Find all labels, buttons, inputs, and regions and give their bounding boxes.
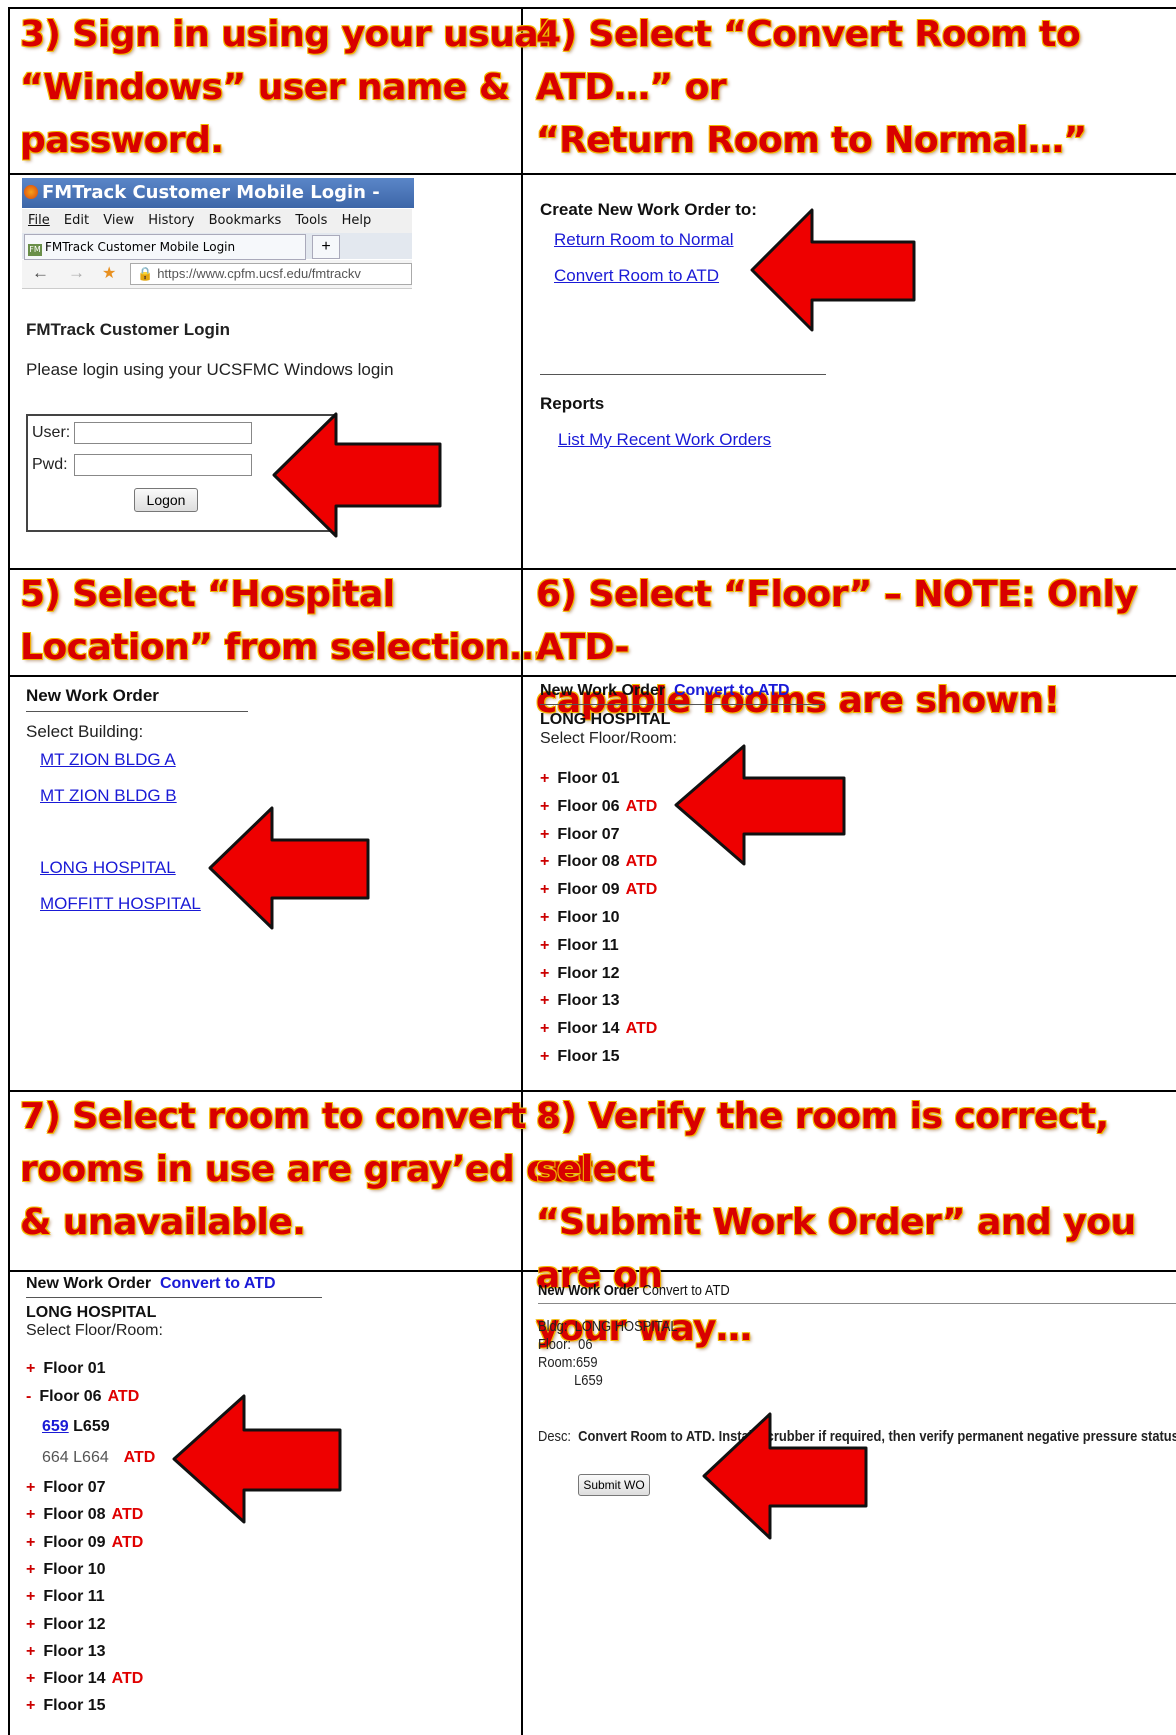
- menu-tools[interactable]: Tools: [295, 213, 327, 228]
- floor-item[interactable]: + Floor 08 ATD: [26, 1506, 143, 1524]
- pointer-arrow-icon: [702, 1412, 868, 1540]
- separator: [538, 1303, 1176, 1304]
- nav-bar: ← → ★ 🔒 https://www.cpfm.ucsf.edu/fmtrack…: [22, 260, 412, 289]
- floor-item[interactable]: + Floor 07: [540, 826, 620, 844]
- floor-item[interactable]: + Floor 09 ATD: [540, 881, 657, 899]
- building-link[interactable]: MOFFITT HOSPITAL: [40, 894, 201, 914]
- forward-icon[interactable]: →: [68, 263, 85, 283]
- floor-item[interactable]: + Floor 15: [540, 1048, 620, 1066]
- submit-wo-button[interactable]: Submit WO: [578, 1474, 650, 1496]
- pointer-arrow-icon: [272, 412, 442, 538]
- url-bar[interactable]: 🔒 https://www.cpfm.ucsf.edu/fmtrackv: [130, 263, 412, 285]
- building-name: LONG HOSPITAL: [26, 1304, 157, 1321]
- new-tab-button[interactable]: +: [312, 235, 340, 259]
- room-item[interactable]: 659 L659: [42, 1418, 110, 1436]
- separator: [540, 704, 824, 705]
- tab-strip: FM FMTrack Customer Mobile Login +: [22, 233, 412, 260]
- pointer-arrow-icon: [750, 208, 916, 332]
- select-floor-label: Select Floor/Room:: [26, 1322, 163, 1339]
- building-link[interactable]: MT ZION BLDG B: [40, 786, 177, 806]
- floor-item[interactable]: + Floor 10: [26, 1561, 106, 1579]
- floor-item[interactable]: + Floor 09 ATD: [26, 1534, 143, 1552]
- back-icon[interactable]: ←: [32, 263, 49, 283]
- floor-item[interactable]: + Floor 15: [26, 1697, 106, 1715]
- menu-bar: File Edit View History Bookmarks Tools H…: [22, 209, 412, 233]
- convert-room-link[interactable]: Convert Room to ATD: [554, 266, 719, 286]
- floor-item-expanded[interactable]: - Floor 06 ATD: [26, 1388, 139, 1406]
- recent-orders-link[interactable]: List My Recent Work Orders: [558, 430, 771, 450]
- floor-item[interactable]: + Floor 13: [26, 1643, 106, 1661]
- separator: [26, 711, 248, 712]
- mode-label: Convert to ATD: [673, 682, 790, 699]
- menu-history[interactable]: History: [148, 213, 194, 228]
- browser-tab[interactable]: FM FMTrack Customer Mobile Login: [24, 234, 306, 260]
- menu-view[interactable]: View: [103, 213, 134, 228]
- floor-item[interactable]: + Floor 13: [540, 992, 620, 1010]
- menu-help[interactable]: Help: [342, 213, 372, 228]
- floor-item[interactable]: + Floor 10: [540, 909, 620, 927]
- browser-titlebar: FMTrack Customer Mobile Login - Mo: [22, 178, 414, 233]
- menu-file[interactable]: File: [28, 213, 50, 228]
- separator: [26, 1297, 322, 1298]
- password-field[interactable]: [74, 454, 252, 476]
- lock-icon: 🔒: [137, 266, 154, 281]
- pointer-arrow-icon: [208, 806, 370, 930]
- building-link[interactable]: LONG HOSPITAL: [40, 858, 176, 878]
- floor-item[interactable]: + Floor 12: [26, 1616, 106, 1634]
- floor-item[interactable]: + Floor 01: [540, 770, 620, 788]
- user-field[interactable]: [74, 422, 252, 444]
- work-order-heading: New Work Order Convert to ATD: [26, 1275, 276, 1292]
- floor-item[interactable]: + Floor 06 ATD: [540, 798, 657, 816]
- step7-header: 7) Select room to convert - rooms in use …: [20, 1096, 593, 1243]
- room-link[interactable]: 659: [42, 1418, 69, 1435]
- pwd-label: Pwd:: [32, 456, 68, 473]
- user-label: User:: [32, 424, 71, 441]
- floor-item[interactable]: + Floor 12: [540, 965, 620, 983]
- work-order-heading: New Work Order Convert to ATD: [538, 1282, 730, 1299]
- step3-header: 3) Sign in using your usual “Windows” use…: [20, 14, 551, 161]
- floor-item[interactable]: + Floor 11: [26, 1588, 105, 1606]
- grid-line: [8, 173, 1176, 175]
- building-name: LONG HOSPITAL: [540, 711, 671, 728]
- pointer-arrow-icon: [172, 1394, 342, 1524]
- login-instruction: Please login using your UCSFMC Windows l…: [26, 360, 394, 379]
- floor-item[interactable]: + Floor 07: [26, 1479, 106, 1497]
- pointer-arrow-icon: [674, 744, 846, 866]
- logon-button[interactable]: Logon: [134, 488, 198, 512]
- menu-bookmarks[interactable]: Bookmarks: [209, 213, 282, 228]
- mode-label: Convert to ATD: [642, 1282, 730, 1299]
- step5-header: 5) Select “Hospital Location” from select…: [20, 574, 545, 668]
- floor-item[interactable]: + Floor 14 ATD: [540, 1020, 657, 1038]
- return-room-link[interactable]: Return Room to Normal: [554, 230, 734, 250]
- step4-header: 4) Select “Convert Room to ATD…” or “Retu…: [536, 14, 1087, 161]
- select-building-label: Select Building:: [26, 722, 144, 741]
- create-heading: Create New Work Order to:: [540, 200, 757, 219]
- floor-item[interactable]: + Floor 08 ATD: [540, 853, 657, 871]
- reports-heading: Reports: [540, 394, 605, 413]
- work-order-heading: New Work Order Convert to ATD: [540, 682, 790, 699]
- grid-line: [8, 7, 10, 1735]
- floor-item[interactable]: + Floor 11: [540, 937, 619, 955]
- floor-item[interactable]: + Floor 01: [26, 1360, 106, 1378]
- order-details: Bldg: LONG HOSPITAL Floor: 06 Room:659 L…: [538, 1318, 678, 1389]
- grid-line: [521, 7, 523, 1735]
- menu-edit[interactable]: Edit: [64, 213, 89, 228]
- mode-label: Convert to ATD: [159, 1275, 276, 1292]
- separator: [540, 374, 826, 375]
- firefox-icon: [24, 185, 38, 199]
- login-heading: FMTrack Customer Login: [26, 320, 231, 339]
- room-item-unavailable: 664 L664 ATD: [42, 1449, 156, 1466]
- select-floor-label: Select Floor/Room:: [540, 730, 677, 747]
- building-link[interactable]: MT ZION BLDG A: [40, 750, 176, 770]
- step8-header: 8) Verify the room is correct, select “Su…: [536, 1096, 1136, 1349]
- new-work-order-heading: New Work Order: [26, 686, 159, 705]
- fm-favicon-icon: FM: [28, 244, 42, 256]
- bookmark-star-icon[interactable]: ★: [102, 263, 116, 283]
- floor-item[interactable]: + Floor 14 ATD: [26, 1670, 143, 1688]
